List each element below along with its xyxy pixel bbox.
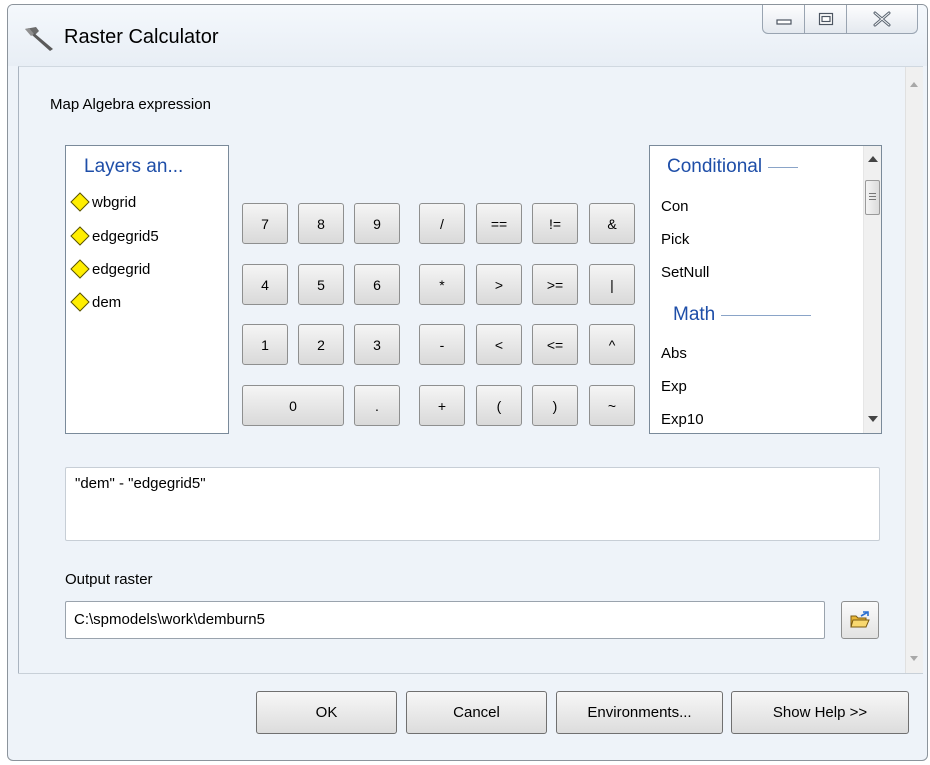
close-button[interactable]	[847, 5, 917, 33]
layer-name: wbgrid	[92, 193, 137, 211]
raster-layer-diamond-icon	[70, 292, 90, 312]
thumb-grip	[869, 193, 876, 194]
layer-name: edgegrid5	[92, 227, 159, 245]
key-minus[interactable]: -	[419, 324, 465, 365]
key-equal[interactable]: ==	[476, 203, 522, 244]
raster-layer-diamond-icon	[70, 192, 90, 212]
scroll-thumb[interactable]	[865, 180, 880, 215]
key-close-paren[interactable]: )	[532, 385, 578, 426]
layer-item-dem[interactable]: dem	[70, 292, 121, 312]
minimize-icon	[775, 19, 792, 25]
key-1[interactable]: 1	[242, 324, 288, 365]
key-not-equal[interactable]: !=	[532, 203, 578, 244]
tools-list[interactable]: Conditional Con Pick SetNull Math Abs Ex…	[649, 145, 882, 434]
key-2[interactable]: 2	[298, 324, 344, 365]
raster-calculator-window: Raster Calculator Map Algebra expression…	[7, 4, 928, 761]
key-multiply[interactable]: *	[419, 264, 465, 305]
tool-item-setnull[interactable]: SetNull	[661, 264, 709, 281]
key-or[interactable]: |	[589, 264, 635, 305]
tool-item-exp10[interactable]: Exp10	[661, 411, 704, 428]
maximize-button[interactable]	[805, 5, 847, 33]
key-open-paren[interactable]: (	[476, 385, 522, 426]
maximize-icon	[818, 12, 833, 26]
raster-layer-diamond-icon	[70, 259, 90, 279]
expression-textbox[interactable]: "dem" - "edgegrid5"	[65, 467, 880, 541]
environments-button[interactable]: Environments...	[556, 691, 723, 734]
ok-button[interactable]: OK	[256, 691, 397, 734]
key-less-equal[interactable]: <=	[532, 324, 578, 365]
minimize-button[interactable]	[763, 5, 805, 33]
window-title: Raster Calculator	[64, 26, 219, 48]
tool-item-con[interactable]: Con	[661, 198, 689, 215]
layer-item-wbgrid[interactable]: wbgrid	[70, 192, 136, 212]
raster-layer-diamond-icon	[70, 226, 90, 246]
output-raster-label: Output raster	[65, 571, 153, 588]
tool-item-pick[interactable]: Pick	[661, 231, 689, 248]
key-3[interactable]: 3	[354, 324, 400, 365]
key-8[interactable]: 8	[298, 203, 344, 244]
scroll-down-icon[interactable]	[868, 416, 878, 422]
key-7[interactable]: 7	[242, 203, 288, 244]
show-help-button[interactable]: Show Help >>	[731, 691, 909, 734]
category-math: Math	[673, 304, 812, 326]
key-less[interactable]: <	[476, 324, 522, 365]
output-raster-input[interactable]: C:\spmodels\work\demburn5	[65, 601, 825, 639]
key-decimal[interactable]: .	[354, 385, 400, 426]
key-0[interactable]: 0	[242, 385, 344, 426]
key-xor[interactable]: ^	[589, 324, 635, 365]
dialog-content: Map Algebra expression Layers an... wbgr…	[18, 66, 923, 673]
map-algebra-expression-label: Map Algebra expression	[50, 96, 211, 113]
dialog-scrollbar[interactable]	[905, 67, 923, 673]
key-6[interactable]: 6	[354, 264, 400, 305]
layer-name: dem	[92, 293, 122, 311]
layers-list[interactable]: Layers an... wbgrid edgegrid5 edgegrid d…	[65, 145, 229, 434]
scroll-down-icon[interactable]	[910, 656, 918, 661]
key-divide[interactable]: /	[419, 203, 465, 244]
key-plus[interactable]: +	[419, 385, 465, 426]
key-greater-equal[interactable]: >=	[532, 264, 578, 305]
tools-scrollbar[interactable]	[863, 146, 881, 433]
key-not[interactable]: ~	[589, 385, 635, 426]
scroll-up-icon[interactable]	[868, 156, 878, 162]
thumb-grip	[869, 196, 876, 197]
layers-header: Layers an...	[84, 156, 184, 177]
folder-open-icon	[850, 611, 870, 628]
thumb-grip	[869, 199, 876, 200]
category-divider	[721, 314, 812, 316]
scroll-up-icon[interactable]	[910, 82, 918, 87]
layer-item-edgegrid[interactable]: edgegrid	[70, 259, 150, 279]
category-label: Math	[673, 304, 716, 325]
key-and[interactable]: &	[589, 203, 635, 244]
category-conditional: Conditional	[667, 156, 799, 178]
close-icon	[873, 11, 891, 27]
title-bar[interactable]: Raster Calculator	[8, 5, 927, 66]
tool-item-abs[interactable]: Abs	[661, 345, 687, 362]
cancel-button[interactable]: Cancel	[406, 691, 547, 734]
dialog-buttons: OK Cancel Environments... Show Help >>	[18, 673, 923, 755]
category-divider	[768, 166, 799, 168]
window-controls	[762, 5, 918, 34]
key-9[interactable]: 9	[354, 203, 400, 244]
layer-name: edgegrid	[92, 260, 151, 278]
category-label: Conditional	[667, 156, 763, 177]
key-4[interactable]: 4	[242, 264, 288, 305]
key-5[interactable]: 5	[298, 264, 344, 305]
tool-item-exp[interactable]: Exp	[661, 378, 687, 395]
hammer-icon	[25, 27, 53, 51]
key-greater[interactable]: >	[476, 264, 522, 305]
layer-item-edgegrid5[interactable]: edgegrid5	[70, 226, 159, 246]
browse-button[interactable]	[841, 601, 879, 639]
